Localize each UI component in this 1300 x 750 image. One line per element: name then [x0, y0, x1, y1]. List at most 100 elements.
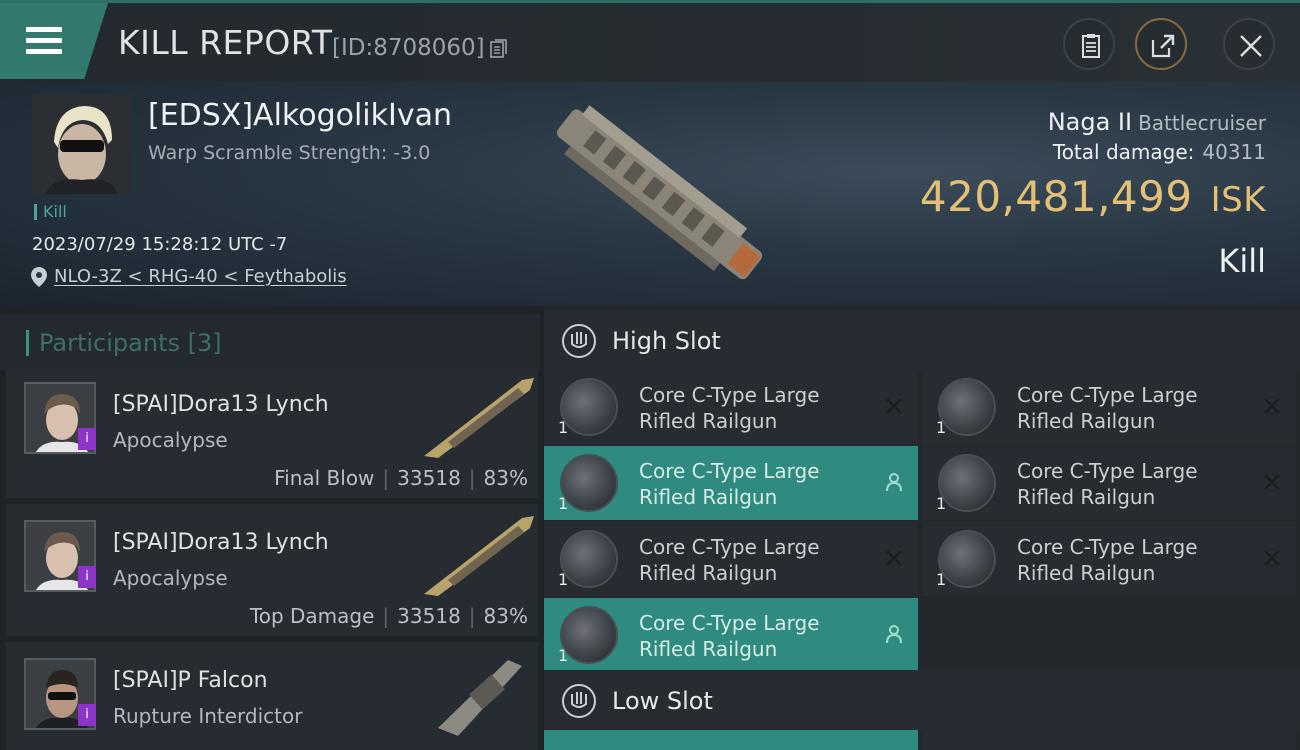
participant-role: Final Blow: [274, 466, 375, 490]
high-slot-header: High Slot: [544, 310, 1300, 370]
participant-row[interactable]: i [SPAI]Dora13 Lynch Apocalypse Top Dama…: [6, 504, 538, 637]
total-damage-value: 40311: [1202, 140, 1266, 164]
railgun-icon: [938, 378, 996, 436]
participant-badge: i: [78, 428, 96, 450]
ship-class: Battlecruiser: [1138, 111, 1266, 135]
participant-damage: 33518: [397, 604, 461, 628]
module-item[interactable]: 1 Core C-Type Large Rifled Railgun: [922, 446, 1296, 520]
participant-stats: Final Blow | 33518 | 83%: [274, 466, 528, 490]
participants-count: [3]: [187, 329, 222, 357]
low-slot-module-partial[interactable]: [544, 730, 918, 750]
module-item[interactable]: 1 Core C-Type Large Rifled Railgun: [544, 446, 918, 520]
participant-badge: i: [78, 566, 96, 588]
result-label: Kill: [1218, 242, 1266, 280]
isk-amount: 420,481,499: [919, 172, 1193, 221]
railgun-icon: [560, 606, 618, 664]
module-item[interactable]: 1 Core C-Type Large Rifled Railgun: [922, 522, 1296, 596]
victim-portrait[interactable]: [32, 94, 132, 194]
location-pin-icon: [31, 267, 47, 287]
module-quantity: 1: [558, 494, 569, 513]
fitting-panel: High Slot 1 Core C-Type Large Rifled Rail…: [544, 306, 1300, 750]
hamburger-menu-icon: [26, 27, 62, 55]
copy-icon[interactable]: [490, 39, 508, 59]
railgun-icon: [938, 454, 996, 512]
participant-ship: Rupture Interdictor: [113, 704, 303, 728]
module-name: Core C-Type Large Rifled Railgun: [1017, 459, 1198, 509]
low-slot-module-partial[interactable]: [922, 730, 1296, 750]
report-id: [ID:8708060]: [332, 35, 485, 61]
participant-stats: Top Damage | 33518 | 83%: [249, 604, 528, 628]
participant-role: Top Damage: [249, 604, 375, 628]
module-item[interactable]: 1 Core C-Type Large Rifled Railgun: [544, 522, 918, 596]
participant-name[interactable]: [SPAI]Dora13 Lynch: [113, 392, 329, 417]
participants-header: Participants [3]: [0, 314, 540, 370]
participant-ship-image: [438, 660, 522, 736]
module-quantity: 1: [558, 418, 569, 437]
module-name: Core C-Type Large Rifled Railgun: [639, 535, 820, 585]
module-item[interactable]: 1 Core C-Type Large Rifled Railgun: [544, 598, 918, 672]
module-name: Core C-Type Large Rifled Railgun: [639, 383, 820, 433]
participant-damage: 33518: [397, 466, 461, 490]
menu-button[interactable]: [0, 3, 108, 79]
participants-title-text: Participants: [39, 329, 180, 357]
warp-scramble-strength: Warp Scramble Strength: -3.0: [148, 142, 431, 164]
victim-name[interactable]: [EDSX]AlkogolikIvan: [148, 98, 452, 133]
railgun-icon: [560, 378, 618, 436]
isk-value: 420,481,499 ISK: [920, 172, 1266, 221]
total-damage-label: Total damage:: [1052, 140, 1195, 164]
participant-row[interactable]: i [SPAI]Dora13 Lynch Apocalypse Final Bl…: [6, 366, 538, 499]
clipboard-button[interactable]: [1063, 18, 1115, 70]
low-slot-icon: [562, 684, 596, 718]
ship-name: Naga II: [1047, 108, 1133, 136]
share-button[interactable]: [1135, 18, 1187, 70]
header-bar: KILL REPORT [ID:8708060]: [0, 0, 1300, 82]
close-button[interactable]: [1223, 18, 1275, 70]
page-title: KILL REPORT: [118, 23, 333, 62]
module-name: Core C-Type Large Rifled Railgun: [639, 611, 820, 661]
module-item[interactable]: 1 Core C-Type Large Rifled Railgun: [544, 370, 918, 444]
victim-banner: [EDSX]AlkogolikIvan Warp Scramble Streng…: [0, 82, 1300, 306]
railgun-icon: [560, 454, 618, 512]
low-slot-header: Low Slot: [544, 670, 1300, 730]
destroyed-icon: [886, 398, 902, 414]
participant-percent: 83%: [483, 466, 528, 490]
railgun-icon: [938, 530, 996, 588]
share-icon: [1151, 34, 1175, 58]
participant-ship-image: [424, 516, 534, 596]
kill-datetime: 2023/07/29 15:28:12 UTC -7: [32, 234, 288, 255]
total-damage: Total damage: 40311: [1053, 140, 1266, 164]
clipboard-icon: [1082, 34, 1100, 58]
high-slot-icon: [562, 324, 596, 358]
participant-ship: Apocalypse: [113, 428, 228, 452]
participant-name[interactable]: [SPAI]Dora13 Lynch: [113, 530, 329, 555]
close-icon: [1240, 35, 1262, 57]
participant-name[interactable]: [SPAI]P Falcon: [113, 668, 268, 693]
destroyed-icon: [1264, 474, 1280, 490]
participants-panel: Participants [3] i [SPAI]Dora13 Lynch Ap…: [0, 306, 540, 750]
module-quantity: 1: [936, 494, 947, 513]
railgun-icon: [560, 530, 618, 588]
dropped-person-icon: [886, 625, 902, 644]
location-link[interactable]: NLO-3Z < RHG-40 < Feythabolis: [54, 266, 347, 287]
victim-ship-image: [556, 105, 763, 280]
kill-tag: Kill: [34, 204, 67, 220]
participant-ship: Apocalypse: [113, 566, 228, 590]
isk-unit: ISK: [1210, 180, 1266, 220]
module-quantity: 1: [558, 570, 569, 589]
victim-ship[interactable]: Naga II Battlecruiser: [1048, 108, 1266, 136]
low-slot-label: Low Slot: [612, 687, 713, 715]
module-name: Core C-Type Large Rifled Railgun: [639, 459, 820, 509]
participant-percent: 83%: [483, 604, 528, 628]
dropped-person-icon: [886, 473, 902, 492]
module-quantity: 1: [936, 570, 947, 589]
high-slot-label: High Slot: [612, 327, 721, 355]
destroyed-icon: [886, 550, 902, 566]
module-quantity: 1: [558, 646, 569, 665]
destroyed-icon: [1264, 398, 1280, 414]
module-item[interactable]: 1 Core C-Type Large Rifled Railgun: [922, 370, 1296, 444]
destroyed-icon: [1264, 550, 1280, 566]
participant-row[interactable]: i [SPAI]P Falcon Rupture Interdictor: [6, 642, 538, 750]
participant-ship-image: [424, 378, 534, 458]
module-name: Core C-Type Large Rifled Railgun: [1017, 383, 1198, 433]
module-quantity: 1: [936, 418, 947, 437]
